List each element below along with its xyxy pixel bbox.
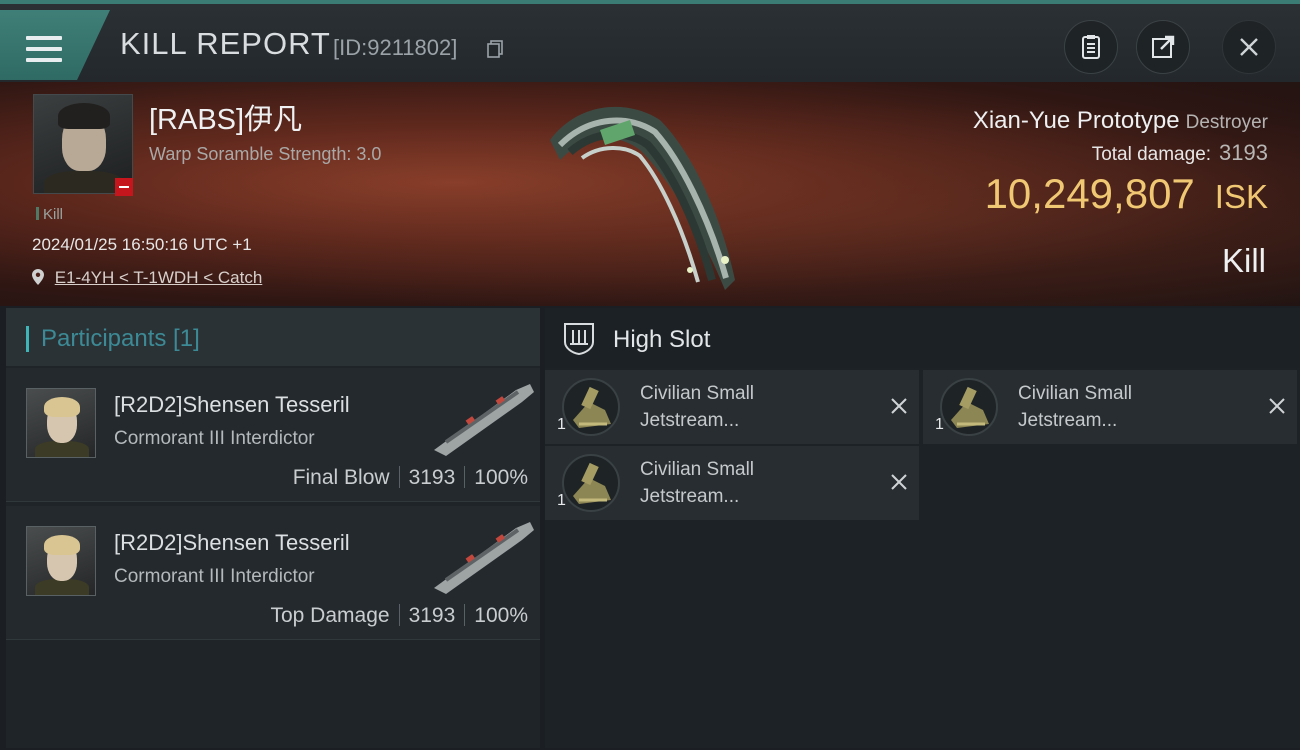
participant-name[interactable]: [R2D2]Shensen Tesseril bbox=[114, 392, 350, 418]
victim-name[interactable]: [RABS]伊凡 bbox=[149, 96, 302, 138]
participant-ship: Cormorant III Interdictor bbox=[114, 428, 315, 449]
participant-ship: Cormorant III Interdictor bbox=[114, 566, 315, 587]
module-name-line1: Civilian Small bbox=[1018, 383, 1133, 404]
participant-avatar[interactable] bbox=[26, 388, 96, 458]
module-item[interactable]: 1 Civilian Small Jetstream... bbox=[923, 370, 1297, 444]
participant-damage: 3193 bbox=[408, 604, 456, 627]
module-quantity: 1 bbox=[557, 492, 566, 509]
module-item[interactable]: 1 Civilian Small Jetstream... bbox=[545, 370, 919, 444]
participants-label: Participants [1] bbox=[41, 325, 200, 352]
menu-icon bbox=[26, 36, 62, 64]
participant-row[interactable]: [R2D2]Shensen Tesseril Cormorant III Int… bbox=[6, 506, 540, 640]
share-button[interactable] bbox=[1136, 20, 1190, 74]
total-damage: Total damage: 3193 bbox=[1092, 140, 1268, 166]
kill-tag-label: Kill bbox=[43, 206, 64, 223]
participant-role: Top Damage bbox=[270, 604, 390, 627]
module-name-line2: Jetstream... bbox=[1018, 410, 1118, 431]
ship-class: Destroyer bbox=[1185, 112, 1268, 133]
module-name-line2: Jetstream... bbox=[640, 410, 740, 431]
participant-percent: 100% bbox=[474, 466, 528, 489]
participant-ship-image bbox=[434, 384, 534, 456]
participant-ship-image bbox=[434, 522, 534, 594]
report-id: [ID:9211802] bbox=[333, 35, 458, 60]
location-pin-icon bbox=[32, 269, 44, 285]
participant-stats: Final Blow 3193 100% bbox=[293, 466, 528, 490]
copy-icon[interactable] bbox=[487, 40, 503, 58]
page-title: KILL REPORT bbox=[120, 26, 331, 61]
jetstream-module-icon bbox=[940, 378, 998, 436]
high-slot-label: High Slot bbox=[613, 326, 711, 353]
share-icon bbox=[1152, 35, 1175, 58]
high-slot-icon bbox=[564, 323, 594, 356]
destroyed-x-icon bbox=[891, 398, 907, 414]
destroyed-x-icon bbox=[891, 474, 907, 490]
module-name: Civilian Small Jetstream... bbox=[1018, 380, 1218, 434]
location-link[interactable]: E1-4YH < T-1WDH < Catch bbox=[55, 268, 263, 287]
module-name: Civilian Small Jetstream... bbox=[640, 380, 840, 434]
ship-name: Xian-Yue Prototype bbox=[972, 107, 1180, 134]
clipboard-icon bbox=[1082, 35, 1100, 59]
warp-scramble-strength: Warp Soramble Strength: 3.0 bbox=[149, 144, 382, 164]
kill-result: Kill bbox=[1221, 242, 1266, 279]
participant-avatar[interactable] bbox=[26, 526, 96, 596]
module-name-line1: Civilian Small bbox=[640, 383, 755, 404]
module-name-line1: Civilian Small bbox=[640, 459, 755, 480]
participants-tab[interactable]: Participants [1] bbox=[6, 308, 540, 366]
participants-panel: Participants [1] [R2D2]Shensen Tesseril … bbox=[6, 308, 540, 748]
total-damage-value: 3193 bbox=[1219, 140, 1268, 165]
header-bar: KILL REPORT [ID:9211802] bbox=[0, 0, 1300, 82]
jetstream-module-icon bbox=[562, 454, 620, 512]
module-name: Civilian Small Jetstream... bbox=[640, 456, 840, 510]
module-quantity: 1 bbox=[557, 416, 566, 433]
participant-row[interactable]: [R2D2]Shensen Tesseril Cormorant III Int… bbox=[6, 368, 540, 502]
total-damage-label: Total damage: bbox=[1091, 144, 1212, 165]
fitting-panel: High Slot 1 Civilian Small Jetstream... … bbox=[545, 308, 1300, 748]
participant-role: Final Blow bbox=[292, 466, 390, 489]
participant-name[interactable]: [R2D2]Shensen Tesseril bbox=[114, 530, 350, 556]
menu-button[interactable] bbox=[0, 10, 110, 80]
participant-percent: 100% bbox=[474, 604, 528, 627]
isk-amount: 10,249,807 bbox=[984, 170, 1195, 217]
destroyed-x-icon bbox=[1269, 398, 1285, 414]
victim-ship[interactable]: Xian-Yue Prototype Destroyer bbox=[973, 107, 1268, 135]
module-quantity: 1 bbox=[935, 416, 944, 433]
module-item[interactable]: 1 Civilian Small Jetstream... bbox=[545, 446, 919, 520]
high-slot-header: High Slot bbox=[545, 308, 1300, 368]
victim-banner: [RABS]伊凡 Warp Soramble Strength: 3.0 Kil… bbox=[0, 82, 1300, 306]
participant-stats: Top Damage 3193 100% bbox=[270, 604, 528, 628]
victim-ship-image bbox=[550, 106, 735, 290]
jetstream-module-icon bbox=[562, 378, 620, 436]
isk-unit: ISK bbox=[1214, 178, 1268, 215]
module-name-line2: Jetstream... bbox=[640, 486, 740, 507]
kill-location: E1-4YH < T-1WDH < Catch bbox=[32, 268, 262, 288]
kill-tag: Kill bbox=[36, 206, 63, 223]
clipboard-button[interactable] bbox=[1064, 20, 1118, 74]
isk-value: 10,249,807 ISK bbox=[985, 170, 1268, 218]
kill-datetime: 2024/01/25 16:50:16 UTC +1 bbox=[32, 235, 252, 254]
participant-damage: 3193 bbox=[408, 466, 456, 489]
close-icon bbox=[1240, 38, 1258, 56]
close-button[interactable] bbox=[1222, 20, 1276, 74]
standing-badge bbox=[115, 178, 133, 196]
